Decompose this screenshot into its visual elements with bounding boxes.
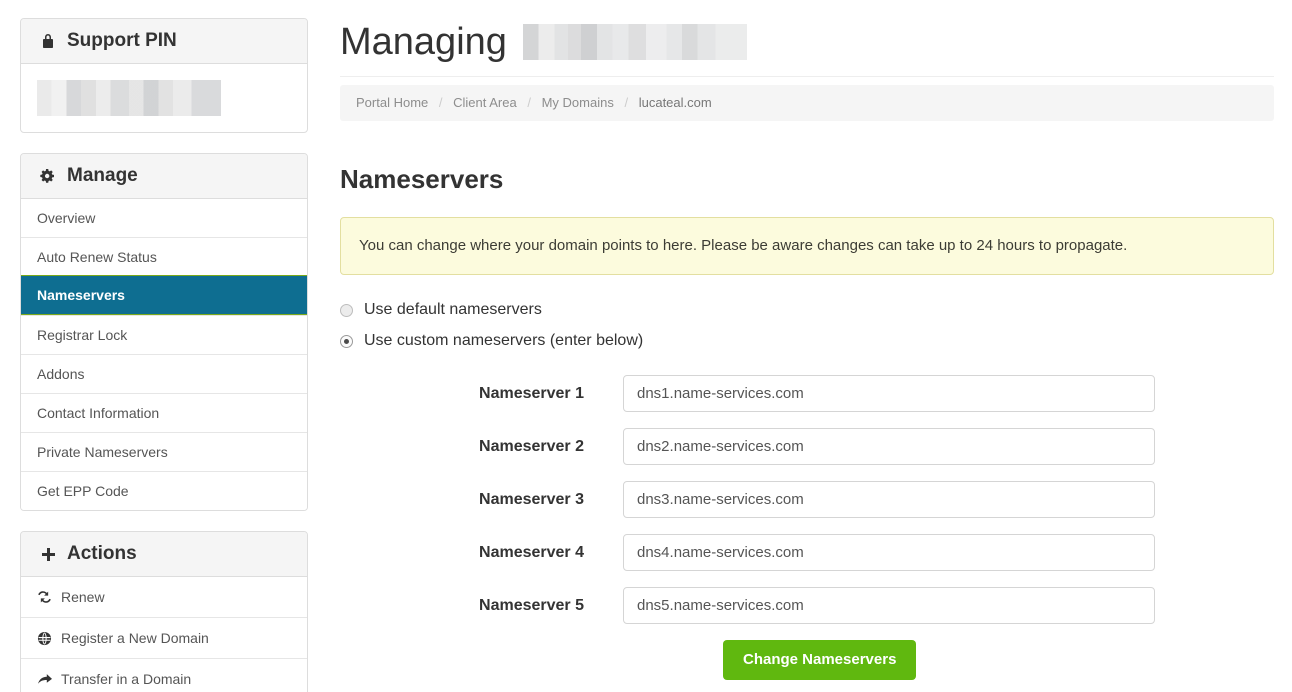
nameserver-3-input[interactable] [623,481,1155,518]
form-row-nameserver-5: Nameserver 5 [340,587,1274,624]
action-register-new-domain[interactable]: Register a New Domain [21,617,307,658]
sidebar-item-label: Addons [37,366,84,382]
plus-icon [37,547,59,562]
breadcrumb-item-portal-home[interactable]: Portal Home [356,95,428,110]
actions-panel: Actions Renew [20,531,308,692]
breadcrumb-separator: / [520,95,538,110]
support-pin-title: Support PIN [67,30,177,52]
radio-label: Use default nameservers [364,300,542,320]
nameserver-2-label: Nameserver 2 [340,437,623,457]
nameserver-mode-radio-group: Use default nameservers Use custom names… [340,300,1274,351]
nameserver-3-label: Nameserver 3 [340,490,623,510]
actions-title: Actions [67,543,137,565]
form-row-nameserver-4: Nameserver 4 [340,534,1274,571]
sidebar-item-label: Registrar Lock [37,327,127,343]
support-pin-panel: Support PIN [20,18,308,133]
sidebar-item-label: Overview [37,210,95,226]
form-actions: Change Nameservers [340,640,1274,680]
sidebar-item-registrar-lock[interactable]: Registrar Lock [21,315,307,354]
sidebar-item-auto-renew-status[interactable]: Auto Renew Status [21,237,307,276]
breadcrumb-separator: / [432,95,450,110]
support-pin-value-redacted [37,80,221,116]
breadcrumb: Portal Home / Client Area / My Domains /… [340,85,1274,121]
breadcrumb-separator: / [617,95,635,110]
sidebar-item-overview[interactable]: Overview [21,199,307,237]
domain-management-page: Support PIN Manage Overview Auto Renew S… [0,0,1292,692]
page-title-domain-redacted [523,24,747,60]
radio-icon [340,304,353,317]
sidebar-item-contact-information[interactable]: Contact Information [21,393,307,432]
page-title: Managing [340,18,1274,77]
nameserver-1-label: Nameserver 1 [340,384,623,404]
radio-use-default-nameservers[interactable]: Use default nameservers [340,300,1274,320]
sidebar-item-label: Get EPP Code [37,483,129,499]
actions-list: Renew Register a New Domain [21,577,307,692]
support-pin-heading: Support PIN [21,19,307,64]
form-row-nameserver-3: Nameserver 3 [340,481,1274,518]
actions-heading: Actions [21,532,307,577]
nameserver-4-label: Nameserver 4 [340,543,623,563]
action-label: Transfer in a Domain [61,670,191,688]
nameserver-form: Nameserver 1 Nameserver 2 Nameserver 3 N… [340,375,1274,680]
section-title: Nameservers [340,163,1274,195]
globe-icon [37,631,61,646]
sidebar-item-label: Private Nameservers [37,444,168,460]
sidebar-item-label: Contact Information [37,405,159,421]
form-actions-spacer [340,640,723,680]
sidebar-item-label: Auto Renew Status [37,249,157,265]
manage-panel: Manage Overview Auto Renew Status Namese… [20,153,308,511]
nameserver-5-input[interactable] [623,587,1155,624]
nameserver-4-input[interactable] [623,534,1155,571]
radio-use-custom-nameservers[interactable]: Use custom nameservers (enter below) [340,331,1274,351]
radio-icon-selected [340,335,353,348]
action-renew[interactable]: Renew [21,577,307,617]
sidebar-item-private-nameservers[interactable]: Private Nameservers [21,432,307,471]
share-arrow-icon [37,673,61,686]
form-row-nameserver-2: Nameserver 2 [340,428,1274,465]
sidebar-item-label: Nameservers [37,287,125,303]
change-nameservers-button[interactable]: Change Nameservers [723,640,916,680]
breadcrumb-item-client-area[interactable]: Client Area [453,95,517,110]
propagation-notice-alert: You can change where your domain points … [340,217,1274,275]
nameserver-2-input[interactable] [623,428,1155,465]
page-title-prefix: Managing [340,18,507,66]
nameserver-1-input[interactable] [623,375,1155,412]
action-transfer-in-domain[interactable]: Transfer in a Domain [21,658,307,692]
sidebar-item-nameservers[interactable]: Nameservers [21,275,307,315]
radio-label: Use custom nameservers (enter below) [364,331,643,351]
sidebar: Support PIN Manage Overview Auto Renew S… [20,18,308,692]
support-pin-body [21,64,307,132]
gear-icon [37,168,59,184]
sidebar-item-get-epp-code[interactable]: Get EPP Code [21,471,307,510]
action-label: Renew [61,588,105,606]
breadcrumb-item-my-domains[interactable]: My Domains [542,95,614,110]
main-content: Managing Portal Home / Client Area / My … [340,0,1274,680]
sidebar-item-addons[interactable]: Addons [21,354,307,393]
lock-icon [37,33,59,49]
manage-nav-list: Overview Auto Renew Status Nameservers R… [21,199,307,510]
nameserver-5-label: Nameserver 5 [340,596,623,616]
form-row-nameserver-1: Nameserver 1 [340,375,1274,412]
manage-title: Manage [67,165,138,187]
breadcrumb-item-current-domain: lucateal.com [639,95,712,110]
action-label: Register a New Domain [61,629,209,647]
refresh-icon [37,590,61,604]
manage-heading: Manage [21,154,307,199]
